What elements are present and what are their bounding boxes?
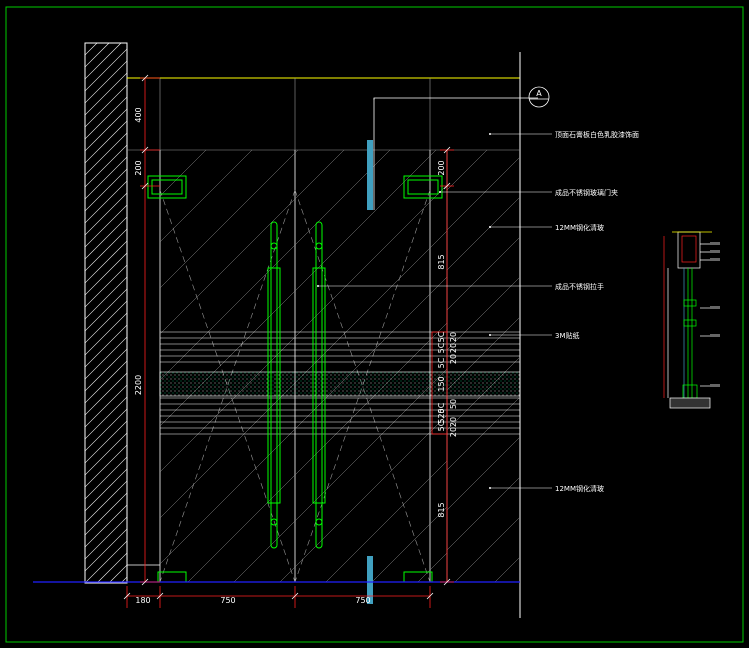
dim-left-2200: 2200 bbox=[134, 375, 143, 395]
dim-right-50: 50 bbox=[449, 399, 458, 409]
annotation-ceiling: 顶面石膏板白色乳胶漆饰面 bbox=[555, 130, 639, 139]
annotation-glass-top: 12MM钢化清玻 bbox=[555, 223, 604, 232]
dim-right-20a: 20 bbox=[449, 332, 458, 342]
dim-right-5c-b: 5C bbox=[437, 342, 446, 353]
frosted-film-band bbox=[159, 371, 521, 397]
dim-bottom-750-right: 750 bbox=[355, 596, 370, 605]
dim-right-150: 150 bbox=[437, 376, 446, 391]
dim-right-20d: 20 bbox=[449, 417, 458, 427]
dim-right-20c: 20 bbox=[449, 354, 458, 364]
dim-right-520: 520 bbox=[437, 408, 446, 423]
wall-hatch bbox=[84, 42, 128, 584]
dim-right-20e: 20 bbox=[449, 427, 458, 437]
side-glass-hatch bbox=[447, 150, 520, 582]
dim-left-400: 400 bbox=[134, 107, 143, 122]
dimension-ticks bbox=[123, 74, 451, 600]
dim-bottom-180: 180 bbox=[135, 596, 150, 605]
annotation-film: 3M贴纸 bbox=[555, 331, 580, 340]
annotation-glass-bottom: 12MM钢化清玻 bbox=[555, 484, 604, 493]
section-detail bbox=[663, 231, 720, 409]
dim-right-5c-a: 5C bbox=[437, 331, 446, 342]
dim-right-815-bottom: 815 bbox=[437, 502, 446, 517]
drawing-border bbox=[5, 6, 744, 643]
dim-bottom-750-left: 750 bbox=[220, 596, 235, 605]
door-outline bbox=[127, 150, 448, 582]
cad-elevation-drawing: A 400 200 2200 200 815 20 20 20 5C 5C 5C… bbox=[5, 6, 744, 643]
glass-hatch bbox=[160, 150, 447, 582]
dim-left-200: 200 bbox=[134, 160, 143, 175]
annotation-door-clamp: 成品不锈钢玻璃门夹 bbox=[555, 188, 618, 197]
dim-right-20b: 20 bbox=[449, 343, 458, 353]
dim-right-5c-c: 5C bbox=[437, 357, 446, 368]
ceiling-structure bbox=[127, 78, 520, 151]
section-marker: A bbox=[528, 86, 550, 108]
section-marker-label: A bbox=[536, 89, 542, 98]
dim-right-815-top: 815 bbox=[437, 254, 446, 269]
dim-right-200: 200 bbox=[437, 160, 446, 175]
annotation-handle: 成品不锈钢拉手 bbox=[555, 282, 604, 291]
